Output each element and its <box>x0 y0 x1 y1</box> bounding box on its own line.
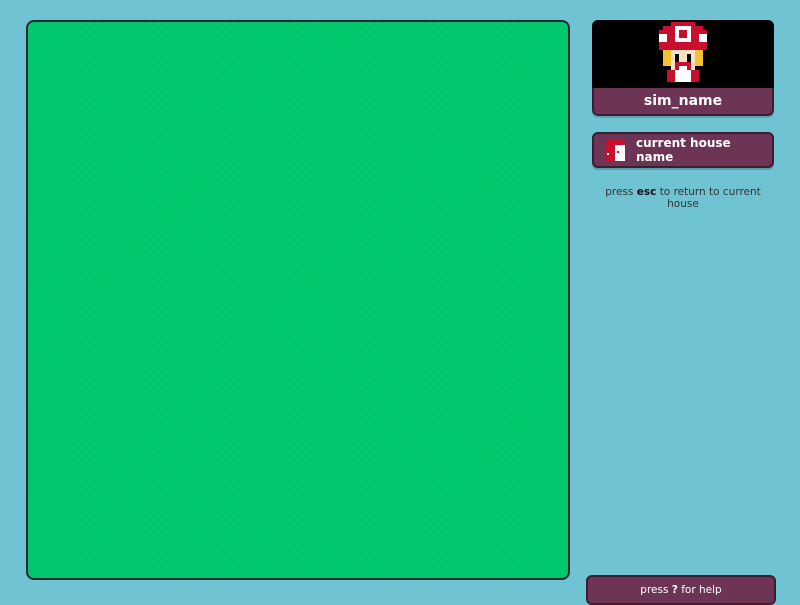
sim-card: sim_name <box>592 20 774 116</box>
esc-hint-suffix: to return to current house <box>659 186 761 210</box>
game-world-canvas[interactable] <box>26 20 570 580</box>
current-house-button[interactable]: current house name <box>592 132 774 168</box>
mushroom-character-icon <box>655 22 711 86</box>
esc-key: esc <box>636 186 657 198</box>
help-bar[interactable]: press ? for help <box>586 575 776 605</box>
sim-name: sim_name <box>643 93 723 109</box>
help-prefix: press <box>640 584 669 596</box>
current-house-label: current house name <box>635 136 731 164</box>
help-key: ? <box>671 584 678 596</box>
sim-name-bar: sim_name <box>592 88 774 116</box>
esc-hint: press esc to return to current house <box>592 186 774 210</box>
house-door-icon <box>604 139 626 161</box>
esc-hint-prefix: press <box>605 186 634 198</box>
sim-portrait <box>592 20 774 88</box>
help-suffix: for help <box>681 584 722 596</box>
